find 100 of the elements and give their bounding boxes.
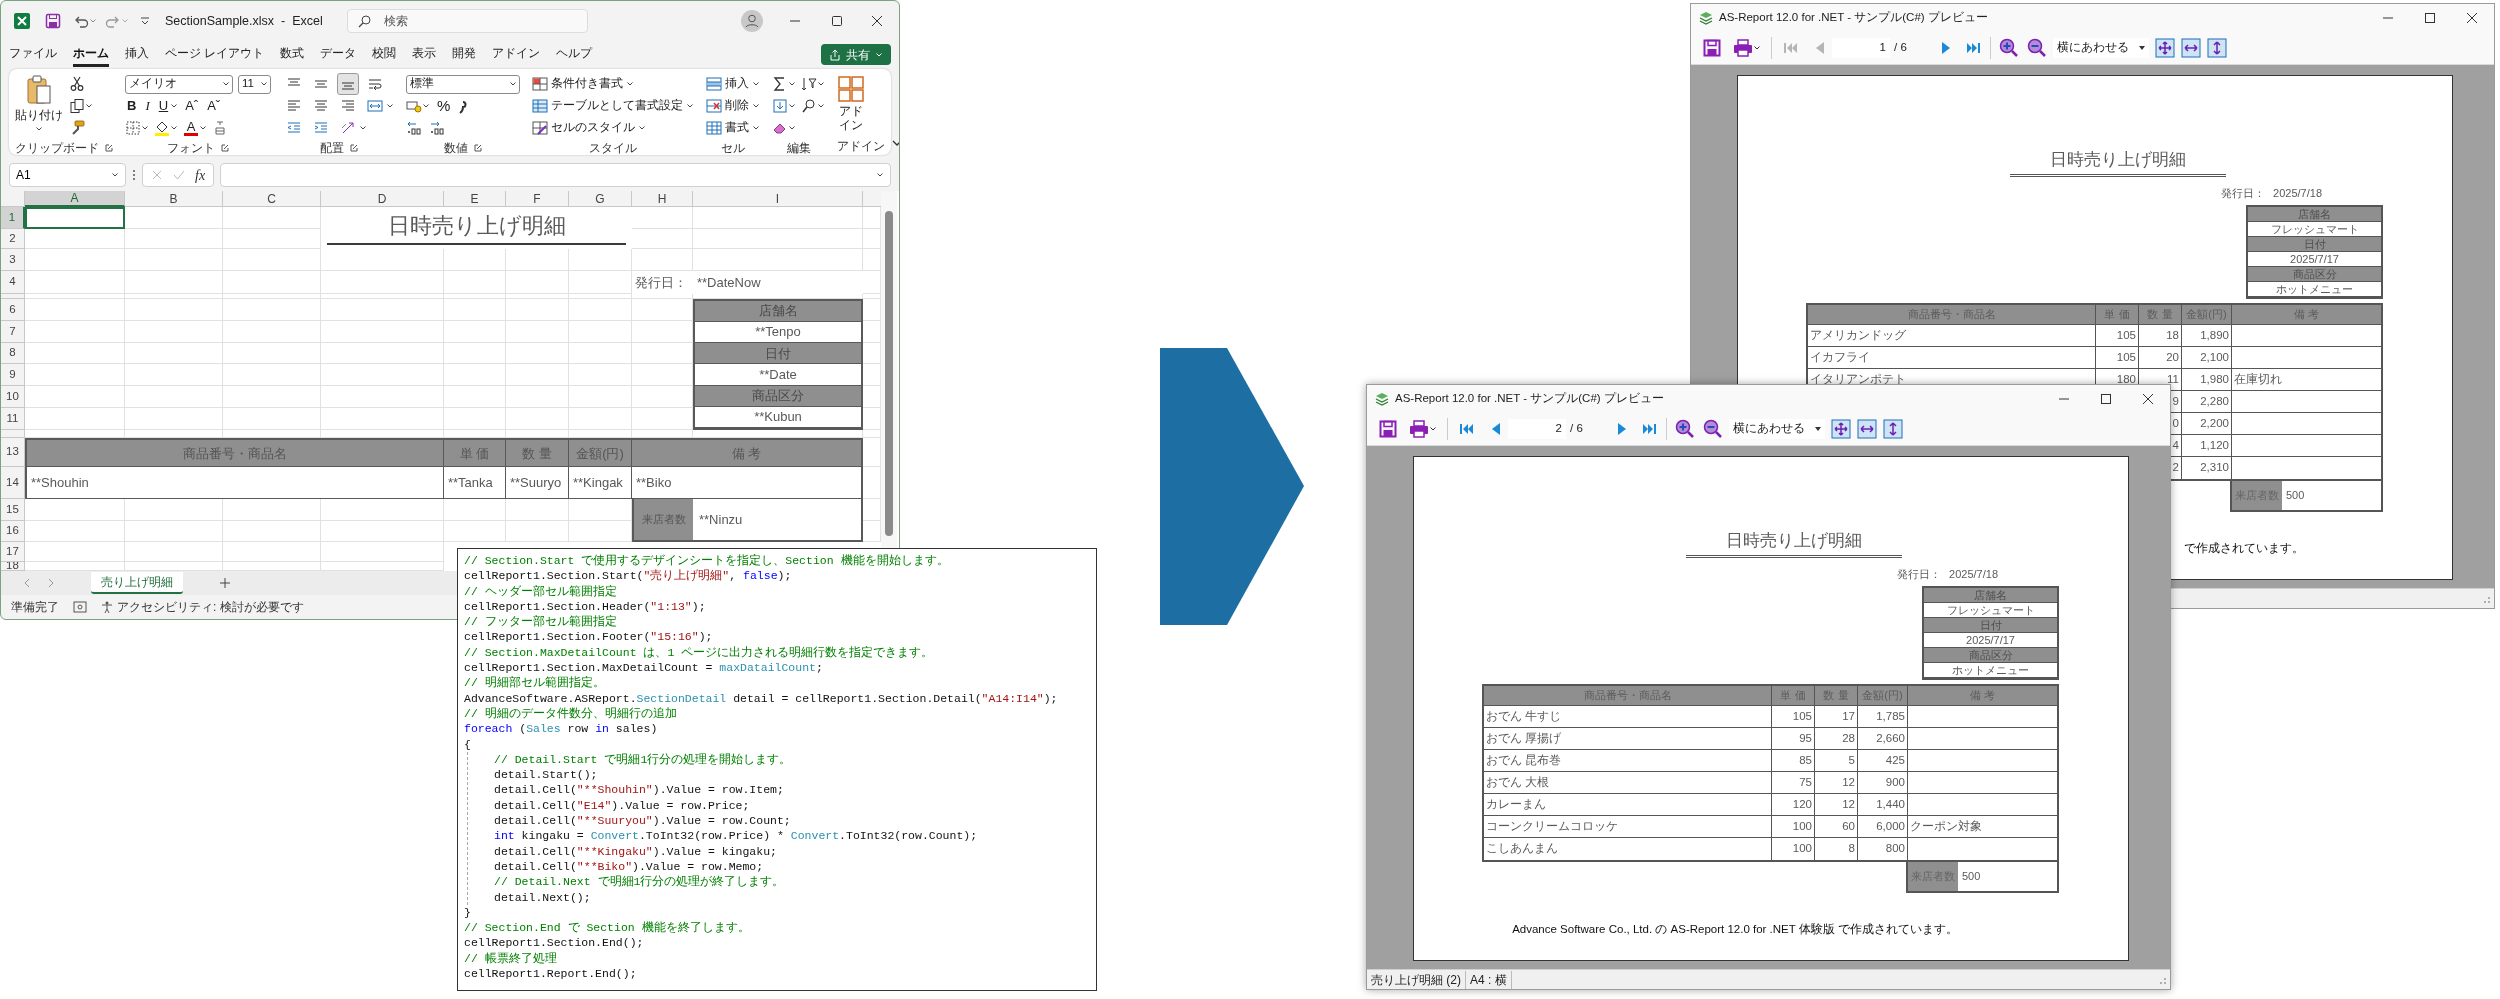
dialog-launcher-icon[interactable] <box>349 144 358 152</box>
caret-icon[interactable] <box>199 124 207 132</box>
row-header[interactable]: 17 <box>1 542 25 562</box>
row-header[interactable]: 10 <box>1 386 25 408</box>
sheet-tab[interactable]: 売り上げ明細 <box>91 572 183 594</box>
conditional-formatting-button[interactable]: 条件付き書式 <box>532 75 634 93</box>
caret-icon[interactable] <box>752 124 760 132</box>
accounting-icon[interactable] <box>406 98 422 114</box>
close-icon[interactable] <box>871 15 883 27</box>
sheet-cell[interactable] <box>632 229 693 249</box>
row-header[interactable]: 4 <box>1 271 25 294</box>
row-header[interactable]: 1 <box>1 207 25 229</box>
sheet-cell[interactable] <box>321 294 444 299</box>
add-ins-button[interactable]: アドイン <box>837 73 865 137</box>
caret-icon[interactable] <box>85 102 93 110</box>
sheet-cell[interactable] <box>223 364 321 386</box>
more-options-icon[interactable] <box>132 169 136 181</box>
sheet-cell[interactable] <box>569 364 632 386</box>
sheet-cell[interactable] <box>125 321 223 343</box>
caret-icon[interactable] <box>1429 425 1437 433</box>
maximize-icon[interactable] <box>2424 12 2436 24</box>
fit-height-icon[interactable] <box>2207 38 2227 58</box>
sheet-cell[interactable] <box>125 408 223 430</box>
select-all-button[interactable] <box>1 191 25 207</box>
scrollbar-thumb[interactable] <box>885 211 893 536</box>
sheet-cell[interactable] <box>321 249 444 271</box>
save-icon[interactable] <box>1703 39 1721 57</box>
caret-icon[interactable] <box>752 102 760 110</box>
fit-width-icon[interactable] <box>1857 419 1877 439</box>
sheet-cell[interactable] <box>125 542 223 562</box>
caret-icon[interactable] <box>359 124 367 132</box>
sheet-cell[interactable] <box>569 299 632 321</box>
copy-icon[interactable] <box>69 98 85 114</box>
save-icon[interactable] <box>45 13 61 29</box>
sheet-cell[interactable] <box>444 364 506 386</box>
customize-icon[interactable] <box>139 15 151 27</box>
caret-icon[interactable] <box>1753 44 1761 52</box>
save-icon[interactable] <box>1379 420 1397 438</box>
menu-tab[interactable]: ページ レイアウト <box>165 44 265 67</box>
zoom-mode-dropdown[interactable]: 横にあわせる <box>2053 38 2149 58</box>
column-header[interactable]: C <box>223 191 321 207</box>
column-header[interactable]: A <box>25 191 125 207</box>
next-sheet-icon[interactable] <box>47 578 55 588</box>
increase-decimal-icon[interactable] <box>406 120 424 136</box>
sheet-cell[interactable] <box>321 321 444 343</box>
menu-tab[interactable]: ヘルプ <box>556 44 593 67</box>
sheet-cell[interactable] <box>506 299 569 321</box>
menu-tab[interactable]: 開発 <box>452 44 477 67</box>
row-header[interactable]: 9 <box>1 364 25 386</box>
sheet-cell[interactable] <box>125 364 223 386</box>
add-sheet-icon[interactable] <box>219 577 231 589</box>
caret-icon[interactable] <box>422 102 430 110</box>
caret-icon[interactable] <box>686 102 694 110</box>
caret-icon[interactable] <box>386 102 394 110</box>
sheet-cell[interactable] <box>569 249 632 271</box>
alignment-button[interactable] <box>337 73 359 95</box>
sheet-cell[interactable] <box>444 408 506 430</box>
phonetic-guide-icon[interactable] <box>212 120 228 136</box>
sheet-cell[interactable] <box>321 408 444 430</box>
percent-button[interactable]: % <box>435 94 453 118</box>
dialog-launcher-icon[interactable] <box>221 144 229 152</box>
caret-icon[interactable] <box>222 80 230 88</box>
sheet-cell[interactable] <box>321 343 444 364</box>
page-number-field[interactable]: 1 <box>1832 38 1890 58</box>
row-header[interactable] <box>1 294 25 299</box>
sheet-cell[interactable] <box>321 521 444 542</box>
caret-icon[interactable] <box>788 124 796 132</box>
sheet-cell[interactable] <box>321 364 444 386</box>
fit-height-icon[interactable] <box>1883 419 1903 439</box>
sheet-cell[interactable] <box>125 386 223 408</box>
cancel-icon[interactable] <box>151 169 163 181</box>
caret-icon[interactable] <box>35 125 43 133</box>
sheet-cell[interactable] <box>25 294 125 299</box>
italic-button[interactable]: I <box>143 96 152 116</box>
sheet-cell[interactable] <box>506 271 569 294</box>
caret-icon[interactable] <box>817 80 825 88</box>
name-box[interactable]: A1 <box>9 163 126 187</box>
dialog-launcher-icon[interactable] <box>105 144 113 152</box>
close-icon[interactable] <box>2142 393 2154 405</box>
caret-icon[interactable] <box>170 124 178 132</box>
caret-icon[interactable] <box>752 80 760 88</box>
sheet-cell[interactable] <box>506 364 569 386</box>
sheet-cell[interactable] <box>444 294 506 299</box>
page-number-field[interactable]: 2 <box>1508 419 1566 439</box>
row-header[interactable]: 14 <box>1 467 25 499</box>
caret-icon[interactable] <box>788 80 796 88</box>
caret-icon[interactable] <box>626 80 634 88</box>
sheet-cell[interactable] <box>444 249 506 271</box>
caret-icon[interactable] <box>111 171 119 179</box>
menu-tab[interactable]: 表示 <box>412 44 437 67</box>
previous-sheet-icon[interactable] <box>23 578 31 588</box>
maximize-icon[interactable] <box>2100 393 2112 405</box>
sheet-cell[interactable] <box>223 294 321 299</box>
underline-button[interactable]: U <box>156 96 171 116</box>
share-button[interactable]: 共有 <box>821 44 891 65</box>
fit-page-icon[interactable] <box>1831 419 1851 439</box>
menu-tab[interactable]: 挿入 <box>125 44 149 67</box>
printer-icon[interactable] <box>1733 39 1753 57</box>
formula-input[interactable] <box>220 163 891 187</box>
sort-filter-icon[interactable] <box>801 76 817 92</box>
